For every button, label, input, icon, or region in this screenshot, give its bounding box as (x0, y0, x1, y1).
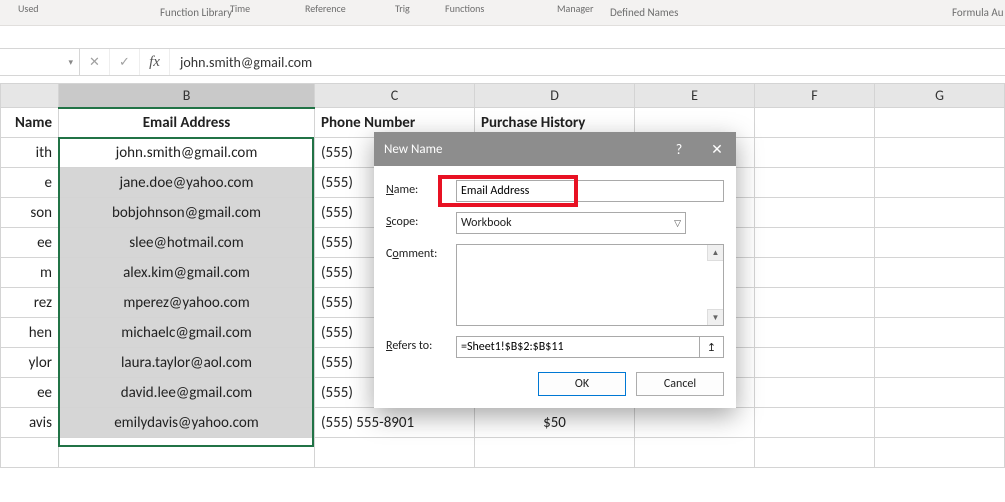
insert-function-button[interactable]: fx (140, 49, 170, 75)
formula-bar: ▾ ✕ ✓ fx john.smith@gmail.com (0, 48, 1005, 76)
cell-name[interactable]: son (1, 198, 59, 228)
cell-purchase[interactable]: $50 (475, 408, 635, 438)
col-header-D[interactable]: D (475, 84, 635, 108)
chevron-down-icon[interactable]: ▾ (68, 57, 73, 68)
cell-name[interactable]: avis (1, 408, 59, 438)
ok-button[interactable]: OK (538, 372, 626, 396)
cell-name[interactable]: hen (1, 318, 59, 348)
formula-cancel-button[interactable]: ✕ (80, 49, 110, 75)
cell-email[interactable]: john.smith@gmail.com (59, 138, 315, 168)
cell-email[interactable]: emilydavis@yahoo.com (59, 408, 315, 438)
table-row: avis emilydavis@yahoo.com (555) 555-8901… (1, 408, 1005, 438)
dialog-title: New Name (384, 142, 443, 157)
cell-name[interactable]: ith (1, 138, 59, 168)
ribbon-function-library: Function Library (160, 6, 232, 19)
cell-name[interactable]: ee (1, 378, 59, 408)
name-box[interactable]: ▾ (0, 49, 80, 75)
ribbon-strip: Used Time Reference Trig Functions Funct… (0, 0, 1005, 26)
scroll-up-icon[interactable]: ▲ (707, 245, 723, 261)
ribbon-reference: Reference (305, 2, 346, 15)
cell-name[interactable]: e (1, 168, 59, 198)
col-header-B[interactable]: B (59, 84, 315, 108)
dialog-close-button[interactable]: ✕ (698, 132, 736, 166)
cell-F1[interactable] (755, 108, 875, 138)
cell-phone[interactable]: (555) 555-8901 (315, 408, 475, 438)
formula-input[interactable]: john.smith@gmail.com (170, 49, 1005, 75)
cell-name[interactable]: rez (1, 288, 59, 318)
cell-name[interactable]: m (1, 258, 59, 288)
dialog-help-button[interactable]: ? (660, 132, 698, 166)
cell-email[interactable]: michaelc@gmail.com (59, 318, 315, 348)
ribbon-formula-au: Formula Au (952, 6, 1004, 19)
scope-value: Workbook (461, 216, 512, 230)
name-label: Name: (386, 180, 456, 197)
cell-email[interactable]: mperez@yahoo.com (59, 288, 315, 318)
comment-textarea[interactable]: ▲ ▼ (456, 244, 724, 326)
cell-email[interactable]: alex.kim@gmail.com (59, 258, 315, 288)
ribbon-functions: Functions (445, 2, 484, 15)
cancel-button[interactable]: Cancel (636, 372, 724, 396)
col-header-C[interactable]: C (315, 84, 475, 108)
column-header-row: B C D E F G (1, 84, 1005, 108)
col-header-F[interactable]: F (755, 84, 875, 108)
cell-email[interactable]: slee@hotmail.com (59, 228, 315, 258)
scope-label: Scope: (386, 212, 456, 229)
formula-enter-button[interactable]: ✓ (110, 49, 140, 75)
new-name-dialog: New Name ? ✕ Name: Scope: Workbook ▽ (374, 132, 736, 408)
cell-email[interactable]: bobjohnson@gmail.com (59, 198, 315, 228)
table-row (1, 438, 1005, 468)
cell-A1[interactable]: Name (1, 108, 59, 138)
cell-email[interactable]: david.lee@gmail.com (59, 378, 315, 408)
refersto-input[interactable] (456, 336, 700, 358)
cell-G1[interactable] (875, 108, 1005, 138)
ribbon-time: Time (230, 2, 250, 15)
ribbon-trig: Trig (395, 2, 410, 15)
dialog-titlebar[interactable]: New Name ? ✕ (374, 132, 736, 166)
cell-email[interactable]: laura.taylor@aol.com (59, 348, 315, 378)
collapse-dialog-button[interactable]: ↥ (700, 336, 724, 358)
cell-email[interactable]: jane.doe@yahoo.com (59, 168, 315, 198)
ribbon-used: Used (18, 2, 39, 15)
name-input[interactable] (456, 180, 724, 202)
col-header-G[interactable]: G (875, 84, 1005, 108)
ribbon-defined-names: Defined Names (610, 6, 678, 19)
scroll-down-icon[interactable]: ▼ (707, 309, 723, 325)
cell-B1[interactable]: Email Address (59, 108, 315, 138)
col-header-E[interactable]: E (635, 84, 755, 108)
col-header-A[interactable] (1, 84, 59, 108)
scope-select[interactable]: Workbook ▽ (456, 212, 686, 234)
refersto-label: Refers to: (386, 336, 456, 353)
cell-name[interactable]: ylor (1, 348, 59, 378)
chevron-down-icon: ▽ (674, 218, 681, 229)
cell-name[interactable]: ee (1, 228, 59, 258)
comment-label: Comment: (386, 244, 456, 261)
ribbon-manager: Manager (557, 2, 593, 15)
